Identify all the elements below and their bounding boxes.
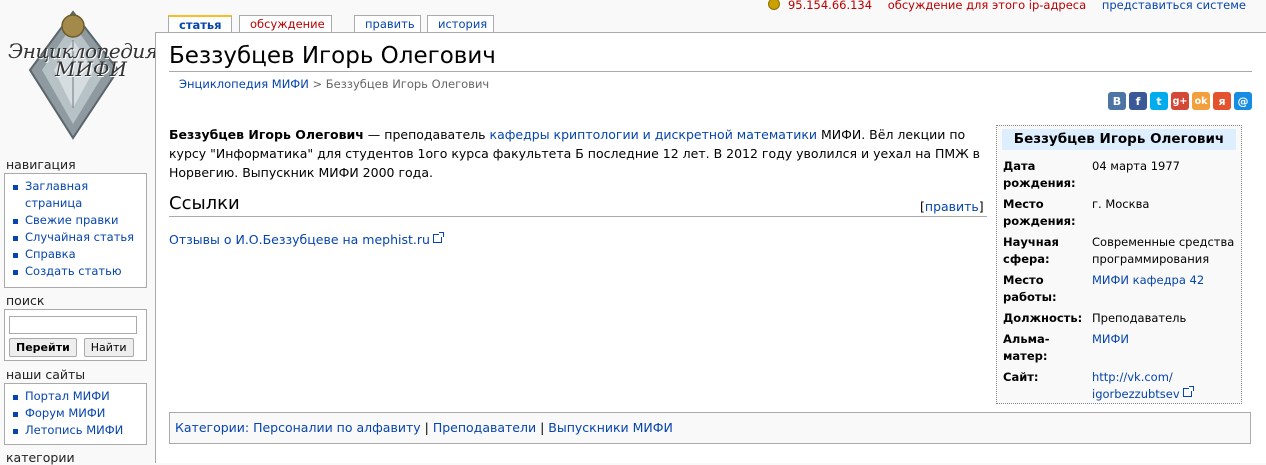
user-icon xyxy=(768,0,781,10)
vk-icon[interactable]: B xyxy=(1108,92,1126,110)
sidebar-item-main-page[interactable]: Заглавная страница xyxy=(11,178,142,212)
tab-edit[interactable]: править xyxy=(354,15,421,33)
external-link[interactable]: Отзывы о И.О.Беззубцеве на mephist.ru xyxy=(169,232,444,247)
department-link[interactable]: кафедры криптологии и дискретной математ… xyxy=(490,127,817,142)
section-heading-links: Ссылки xyxy=(169,193,987,217)
sidebar-item-recent-changes[interactable]: Свежие правки xyxy=(11,212,142,229)
content-area: Беззубцев Игорь Олегович Энциклопедия МИ… xyxy=(155,32,1266,463)
breadcrumb-separator: > xyxy=(308,77,326,91)
go-button[interactable]: Перейти xyxy=(9,338,77,357)
workplace-link[interactable]: МИФИ кафедра 42 xyxy=(1092,272,1242,289)
nav-portlet: Заглавная страница Свежие правки Случайн… xyxy=(4,173,147,288)
sidebar-item-forum[interactable]: Форум МИФИ xyxy=(11,405,142,422)
external-link-text[interactable]: Отзывы о И.О.Беззубцеве на mephist.ru xyxy=(169,232,430,247)
page-title: Беззубцев Игорь Олегович xyxy=(169,43,1252,72)
section-edit-link[interactable]: править xyxy=(925,199,979,214)
ip-talk-link[interactable]: обсуждение для этого ip-адреса xyxy=(888,0,1086,12)
search-button[interactable]: Найти xyxy=(83,338,134,357)
tab-history[interactable]: история xyxy=(427,15,494,33)
intro-text-1: — преподаватель xyxy=(363,127,490,142)
mailru-icon[interactable]: @ xyxy=(1234,92,1252,110)
search-input[interactable] xyxy=(9,316,137,334)
intro-paragraph: Беззубцев Игорь Олегович — преподаватель… xyxy=(169,125,989,182)
infobox-title: Беззубцев Игорь Олегович xyxy=(1002,129,1236,150)
login-link[interactable]: представиться системе xyxy=(1102,0,1246,12)
nav-heading: навигация xyxy=(6,157,76,172)
twitter-icon[interactable]: t xyxy=(1150,92,1168,110)
alma-mater-link[interactable]: МИФИ xyxy=(1092,331,1242,348)
site-link[interactable]: http://vk.com/ igorbezzubtsev xyxy=(1092,370,1180,401)
tab-article[interactable]: статья xyxy=(168,15,232,33)
category-item[interactable]: Преподаватели xyxy=(433,420,536,435)
personal-bar: 95.154.66.134 обсуждение для этого ip-ад… xyxy=(768,0,1246,12)
breadcrumb-current: Беззубцев Игорь Олегович xyxy=(325,77,490,91)
search-heading: поиск xyxy=(6,293,45,308)
category-item[interactable]: Выпускники МИФИ xyxy=(548,420,673,435)
tab-discussion[interactable]: обсуждение xyxy=(239,15,332,33)
logo-wordmark-2: МИФИ xyxy=(55,57,127,81)
intro-bold-name: Беззубцев Игорь Олегович xyxy=(169,127,364,142)
sites-portlet: Портал МИФИ Форум МИФИ Летопись МИФИ xyxy=(4,383,147,445)
breadcrumb-root-link[interactable]: Энциклопедия МИФИ xyxy=(179,77,309,91)
category-item[interactable]: Персоналии по алфавиту xyxy=(253,420,421,435)
sidebar-item-create-article[interactable]: Создать статью xyxy=(11,263,142,280)
sites-heading: наши сайты xyxy=(6,367,86,382)
external-link-icon xyxy=(432,232,444,243)
share-buttons: B f t g+ ok я @ xyxy=(1108,92,1252,110)
facebook-icon[interactable]: f xyxy=(1129,92,1147,110)
categories-link[interactable]: Категории xyxy=(175,420,245,435)
googleplus-icon[interactable]: g+ xyxy=(1171,92,1189,110)
odnoklassniki-icon[interactable]: ok xyxy=(1192,92,1210,110)
sidebar-item-portal[interactable]: Портал МИФИ xyxy=(11,388,142,405)
moikrug-icon[interactable]: я xyxy=(1213,92,1231,110)
infobox: Беззубцев Игорь Олегович Дата рождения: … xyxy=(996,125,1242,404)
sidebar-item-help[interactable]: Справка xyxy=(11,246,142,263)
category-links: Категории: Персоналии по алфавиту | Преп… xyxy=(169,412,1251,444)
search-portlet: Перейти Найти xyxy=(4,309,147,361)
external-link-icon xyxy=(1182,386,1194,397)
sidebar-item-random-page[interactable]: Случайная статья xyxy=(11,229,142,246)
ip-address-link[interactable]: 95.154.66.134 xyxy=(788,0,872,12)
sidebar-item-chronicle[interactable]: Летопись МИФИ xyxy=(11,422,142,439)
section-edit: [править] xyxy=(920,199,984,214)
breadcrumb: Энциклопедия МИФИ > Беззубцев Игорь Олег… xyxy=(179,77,489,91)
